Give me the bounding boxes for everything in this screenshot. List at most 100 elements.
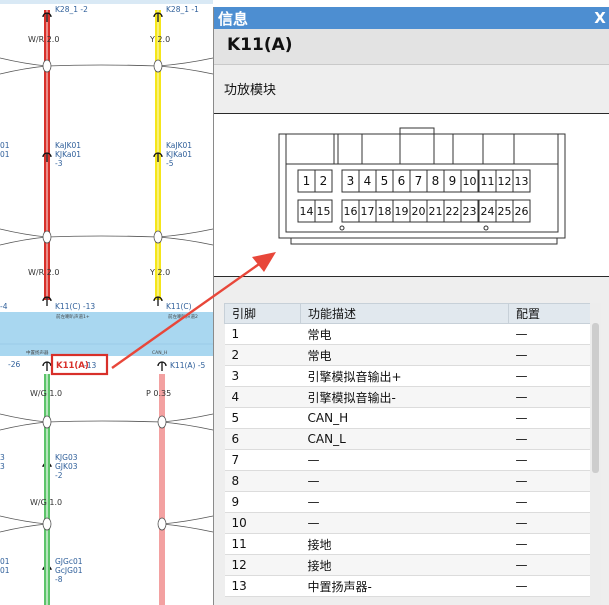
cell-pin: 8 [224,470,301,492]
cell-pin: 9 [224,491,301,513]
cell-function: 常电 [300,344,509,366]
header-config[interactable]: 配置 [508,303,591,324]
label-splice-bottom-sub: GJK03 [55,462,78,471]
connector-drawing: 1 2 3 4 5 6 7 8 9 10 11 12 1314 15 16 17 18 19 20 21 22 23 24 2… [278,127,566,245]
table-row[interactable]: 7— — [224,449,591,471]
close-button[interactable]: X [592,7,608,29]
pin-number: 8 [432,174,440,188]
connector-header: K11(A) [214,29,609,65]
pin-number: 10 [463,175,477,188]
label-k11a-pin: -13 [84,361,96,370]
label-k28-right: K28_1 -1 [166,5,199,14]
table-row[interactable]: 1 常电 — [224,323,591,345]
label-band-sub-2: CAN_H [152,350,167,356]
label-k11c-right: K11(C) [166,302,192,311]
cell-config: — [508,491,591,513]
cell-function: — [300,470,509,492]
cell-function: CAN_H [300,407,509,429]
pin-number: 25 [498,205,512,218]
cell-config: — [508,533,591,555]
label-edge-frag-mid: -4 [0,302,8,311]
pin-number: 15 [317,205,331,218]
scrollbar-thumb[interactable] [592,323,599,473]
cell-pin: 6 [224,428,301,450]
cell-config: — [508,449,591,471]
cell-function: 常电 [300,323,509,345]
pin-number: 19 [395,205,409,218]
cell-config: — [508,575,591,597]
label-band-tiny-2: 前左喇叭声道2 [168,313,198,320]
cell-pin: 4 [224,386,301,408]
label-band-sub-1: 中置扬声器 [26,349,49,356]
label-wire-wg-2: W/G 1.0 [30,498,62,507]
cell-function: 中置扬声器- [300,575,509,597]
label-edge-frag-b2: 3 [0,462,5,471]
pin-number: 17 [361,205,375,218]
label-wire-wr-mid: W/R 2.0 [28,268,59,277]
table-row[interactable]: 5 CAN_H — [224,407,591,429]
pin-number: 26 [515,205,529,218]
top-connector-bar [0,0,213,4]
cell-config: — [508,554,591,576]
table-scrollbar[interactable] [590,303,601,605]
connector-image-area: 1 2 3 4 5 6 7 8 9 10 11 12 13 14 15 16 17 18 19 20 21 22 23 24 2… [214,113,609,277]
table-row[interactable]: 10— — [224,512,591,534]
wire-green-center [46,374,48,605]
label-splice-bottom-code: KJG03 [55,453,78,462]
cell-pin: 2 [224,344,301,366]
pin-number: 11 [481,175,495,188]
table-row[interactable]: 8— — [224,470,591,492]
label-edge-frag-band: -26 [8,360,20,369]
label-k11a-right: K11(A) -5 [170,361,206,370]
wire-pink [159,374,165,605]
header-pin[interactable]: 引脚 [224,303,301,324]
module-name: 功放模块 [224,83,277,98]
label-edge-frag-c1: 01 [0,557,10,566]
pin-number: 14 [300,205,314,218]
cell-config: — [508,386,591,408]
table-row[interactable]: 12 接地 — [224,554,591,576]
table-row[interactable]: 6 CAN_L — [224,428,591,450]
label-splice-right-sub: KJKa01 [166,150,192,159]
pin-arrows [42,12,167,575]
cell-pin: 12 [224,554,301,576]
label-edge-frag-1: 01 [0,141,10,150]
label-splice-bottom2-code: GJGc01 [55,557,83,566]
label-splice-right-pin: -5 [166,159,174,168]
pin-number: 22 [446,205,460,218]
cell-pin: 5 [224,407,301,429]
pin-number: 5 [381,174,389,188]
table-row[interactable]: 11 接地 — [224,533,591,555]
cell-pin: 11 [224,533,301,555]
cell-function: 接地 [300,533,509,555]
table-row[interactable]: 13 中置扬声器- — [224,575,591,597]
cell-config: — [508,470,591,492]
cell-function: CAN_L [300,428,509,450]
table-row[interactable]: 3 引擎模拟音输出+ — [224,365,591,387]
header-function[interactable]: 功能描述 [300,303,509,324]
label-k28-left: K28_1 -2 [55,5,88,14]
pin-number: 4 [364,174,372,188]
table-row[interactable]: 4 引擎模拟音输出- — [224,386,591,408]
cell-config: — [508,512,591,534]
pin-number: 9 [449,174,457,188]
label-wire-p: P 0.35 [146,389,171,398]
pin-number: 24 [481,205,495,218]
cell-pin: 7 [224,449,301,471]
cell-function: 引擎模拟音输出- [300,386,509,408]
pin-number: 1 [303,174,311,188]
label-wire-wr-top: W/R 2.0 [28,35,59,44]
table-row[interactable]: 9— — [224,491,591,513]
table-header-row: 引脚 功能描述 配置 [224,303,591,324]
label-wire-y-mid: Y 2.0 [149,268,170,277]
pin-number: 13 [515,175,529,188]
table-row[interactable]: 2 常电 — [224,344,591,366]
pin-number: 16 [344,205,358,218]
cell-config: — [508,407,591,429]
cell-function: — [300,449,509,471]
label-edge-frag-b1: 3 [0,453,5,462]
label-splice-bottom2-sub: GcJG01 [55,566,83,575]
pin-number: 21 [429,205,443,218]
window-titlebar[interactable]: 信息 X [214,7,609,29]
pin-number: 7 [415,174,423,188]
